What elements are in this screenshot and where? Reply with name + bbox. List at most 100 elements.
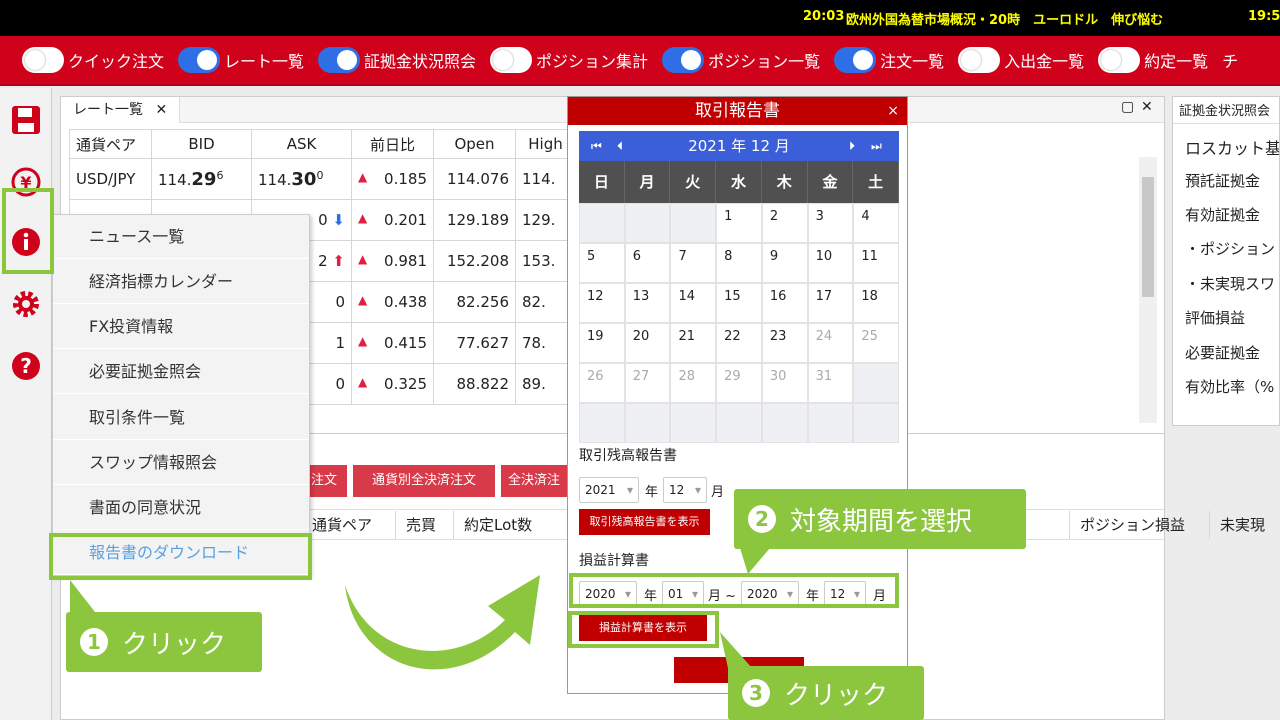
calendar-day[interactable]: 6 — [624, 243, 671, 283]
balance-month-select[interactable]: 12 — [663, 477, 707, 503]
rate-table-scrollbar[interactable] — [1139, 157, 1157, 423]
calendar-day[interactable]: 14 — [670, 283, 717, 323]
tab-rate-list[interactable]: レート一覧 ✕ — [61, 97, 181, 123]
toggle-position-summary[interactable]: ポジション集計 — [490, 47, 648, 73]
help-icon[interactable]: ? — [10, 350, 42, 382]
calendar-day[interactable]: 16 — [761, 283, 808, 323]
gear-icon[interactable] — [10, 288, 42, 320]
calendar-day[interactable]: 19 — [579, 323, 625, 363]
toggle-switch[interactable] — [22, 47, 64, 73]
calendar-day[interactable]: 24 — [807, 323, 854, 363]
calendar-day[interactable]: 13 — [624, 283, 671, 323]
calendar-day[interactable]: 10 — [807, 243, 854, 283]
toggle-label: チ — [1222, 52, 1239, 71]
toggle-execution-list[interactable]: 約定一覧 — [1098, 47, 1208, 73]
maximize-icon[interactable]: ▢ — [1121, 99, 1134, 115]
column-header: ASK — [251, 129, 352, 159]
toggle-label: 約定一覧 — [1144, 52, 1209, 71]
calendar-day[interactable]: 26 — [579, 363, 625, 403]
bid-cell[interactable]: 114.296 — [151, 158, 252, 200]
calendar-day[interactable]: 29 — [716, 363, 762, 403]
calendar-day[interactable]: 23 — [761, 323, 808, 363]
ask-cell[interactable]: 114.300 — [251, 158, 352, 200]
step-number: 1 — [80, 628, 108, 656]
calendar-day[interactable]: 30 — [761, 363, 808, 403]
menu-item-margin-inquiry[interactable]: 必要証拠金照会 — [53, 350, 309, 394]
close-icon[interactable]: ✕ — [1141, 99, 1153, 115]
calendar-day[interactable]: 9 — [761, 243, 808, 283]
balance-year-select[interactable]: 2021 — [579, 477, 639, 503]
toggle-switch[interactable] — [662, 47, 705, 73]
calendar-empty-cell — [624, 203, 671, 243]
scrollbar-thumb[interactable] — [1142, 177, 1154, 297]
change-cell: ▲ 0.201 — [351, 199, 434, 241]
menu-item-news[interactable]: ニュース一覧 — [53, 215, 309, 259]
toggle-rate-list[interactable]: レート一覧 — [178, 47, 304, 73]
calendar-day[interactable]: 20 — [624, 323, 671, 363]
calendar-day[interactable]: 31 — [807, 363, 854, 403]
toggle-deposit-list[interactable]: 入出金一覧 — [958, 47, 1084, 73]
toggle-switch[interactable] — [318, 47, 361, 73]
calendar-day[interactable]: 17 — [807, 283, 854, 323]
calendar-empty-cell — [853, 363, 900, 403]
toggle-order-list[interactable]: 注文一覧 — [834, 47, 944, 73]
next-month-icon[interactable]: ⏵ — [849, 131, 855, 161]
menu-item-agreement-status[interactable]: 書面の同意状況 — [53, 486, 309, 530]
menu-item-swap-info[interactable]: スワップ情報照会 — [53, 441, 309, 485]
menu-item-fx-info[interactable]: FX投資情報 — [53, 305, 309, 349]
highlight-pl-period — [569, 573, 899, 608]
calendar-day[interactable]: 22 — [716, 323, 762, 363]
tab-close-icon[interactable]: ✕ — [155, 102, 167, 118]
toggle-position-list[interactable]: ポジション一覧 — [662, 47, 820, 73]
calendar-day[interactable]: 25 — [853, 323, 900, 363]
calendar-day[interactable]: 4 — [853, 203, 900, 243]
toggle-switch[interactable] — [490, 47, 533, 73]
calendar-day[interactable]: 11 — [853, 243, 900, 283]
panel-title-border — [1173, 123, 1279, 124]
calendar-day[interactable]: 27 — [624, 363, 671, 403]
calendar-day[interactable]: 2 — [761, 203, 808, 243]
dialog-close-icon[interactable]: × — [887, 97, 899, 125]
calendar-day[interactable]: 18 — [853, 283, 900, 323]
calendar-day[interactable]: 15 — [716, 283, 762, 323]
show-balance-report-button[interactable]: 取引残高報告書を表示 — [579, 509, 710, 535]
last-month-icon[interactable]: ⏭ — [871, 131, 882, 161]
prev-month-icon[interactable]: ⏴ — [617, 131, 623, 161]
toggle-switch[interactable] — [834, 47, 877, 73]
menu-item-trade-conditions[interactable]: 取引条件一覧 — [53, 396, 309, 440]
dialog-title: 取引報告書 — [568, 97, 907, 125]
toggle-quick-order[interactable]: クイック注文 — [22, 47, 164, 73]
calendar-day[interactable]: 5 — [579, 243, 625, 283]
currency-close-all-button[interactable]: 通貨別全決済注文 — [353, 465, 495, 497]
first-month-icon[interactable]: ⏮ — [591, 131, 602, 161]
column-header: Open — [433, 129, 516, 159]
price-prefix: 114. — [158, 170, 192, 189]
calendar-day[interactable]: 21 — [670, 323, 717, 363]
up-arrow-icon: ▲ — [358, 334, 368, 348]
price-fraction: 0 — [318, 211, 328, 229]
toggle-margin-status[interactable]: 証拠金状況照会 — [318, 47, 476, 73]
calendar-weekday-row: 日 月 火 水 木 金 土 — [579, 161, 900, 203]
calendar-day[interactable]: 7 — [670, 243, 717, 283]
menu-item-economic-calendar[interactable]: 経済指標カレンダー — [53, 260, 309, 304]
save-icon[interactable] — [10, 104, 42, 136]
calendar-day[interactable]: 3 — [807, 203, 854, 243]
callout-text: クリック — [784, 680, 889, 711]
toggle-switch[interactable] — [1098, 47, 1141, 73]
sidebar: ¥ ? — [0, 88, 52, 720]
calendar-empty-cell — [670, 203, 717, 243]
toggle-more[interactable]: チ — [1222, 48, 1238, 72]
table-row[interactable]: USD/JPY 114.296 114.300 ▲ 0.185 114.076 1… — [69, 158, 576, 200]
toggle-label: 入出金一覧 — [1004, 52, 1085, 71]
pair-cell: USD/JPY — [69, 158, 152, 200]
close-all-button[interactable]: 全決済注 — [501, 465, 567, 497]
calendar-empty-cell — [853, 403, 900, 443]
calendar-day[interactable]: 1 — [716, 203, 762, 243]
toggle-switch[interactable] — [958, 47, 1001, 73]
calendar-day[interactable]: 8 — [716, 243, 762, 283]
price-pips: 29 — [191, 168, 217, 190]
calendar-day[interactable]: 28 — [670, 363, 717, 403]
toggle-switch[interactable] — [178, 47, 221, 73]
calendar-week-row: 5 6 7 8 9 10 11 — [579, 243, 900, 283]
calendar-day[interactable]: 12 — [579, 283, 625, 323]
